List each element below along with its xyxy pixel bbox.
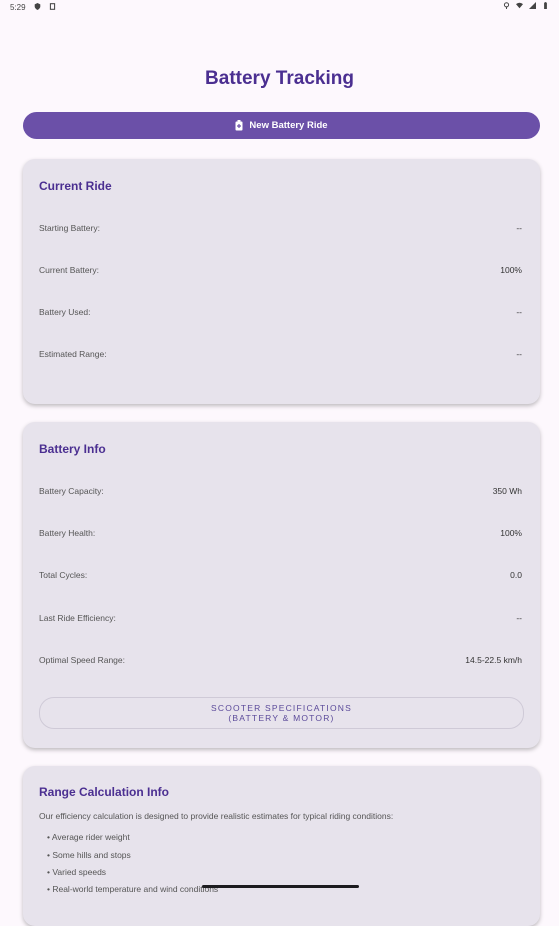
estimated-range-value: --	[516, 349, 522, 359]
battery-used-label: Battery Used:	[39, 307, 91, 317]
last-ride-efficiency-label: Last Ride Efficiency:	[39, 613, 116, 623]
current-battery-value: 100%	[500, 265, 522, 275]
range-calculation-card: Range Calculation Info Our efficiency ca…	[23, 766, 540, 926]
wifi-icon	[516, 2, 523, 9]
battery-used-value: --	[516, 307, 522, 317]
total-cycles-value: 0.0	[510, 570, 522, 580]
bullet-item: • Some hills and stops	[47, 850, 131, 860]
battery-icon	[544, 2, 547, 9]
battery-health-label: Battery Health:	[39, 528, 96, 538]
signal-icon	[529, 2, 536, 9]
location-icon	[503, 2, 510, 9]
current-ride-title: Current Ride	[39, 179, 112, 193]
battery-capacity-value: 350 Wh	[492, 486, 522, 496]
bullet-item: • Real-world temperature and wind condit…	[47, 884, 219, 894]
range-calculation-title: Range Calculation Info	[39, 785, 170, 799]
new-battery-ride-button[interactable]: New Battery Ride	[23, 112, 540, 139]
battery-capacity-label: Battery Capacity:	[39, 486, 104, 496]
optimal-speed-range-value: 14.5-22.5 km/h	[465, 655, 522, 665]
starting-battery-value: --	[516, 223, 522, 233]
status-time: 5:29	[10, 3, 26, 12]
battery-info-title: Battery Info	[39, 442, 106, 456]
bullet-item: • Average rider weight	[47, 832, 130, 842]
navigation-handle[interactable]	[202, 885, 359, 888]
range-calculation-intro: Our efficiency calculation is designed t…	[39, 811, 394, 821]
specs-button-line1: SCOOTER SPECIFICATIONS	[210, 703, 352, 713]
battery-health-value: 100%	[500, 528, 522, 538]
battery-info-card: Battery Info Battery Capacity: 350 Wh Ba…	[23, 422, 540, 748]
last-ride-efficiency-value: --	[516, 613, 522, 623]
sim-card-icon	[49, 3, 56, 10]
specs-button-line2: (BATTERY & MOTOR)	[228, 713, 335, 723]
starting-battery-label: Starting Battery:	[39, 223, 100, 233]
status-bar: 5:29	[0, 0, 559, 14]
shield-icon	[34, 3, 41, 10]
bullet-item: • Varied speeds	[47, 867, 107, 877]
battery-add-icon	[235, 120, 243, 131]
estimated-range-label: Estimated Range:	[39, 349, 107, 359]
current-battery-label: Current Battery:	[39, 265, 99, 275]
optimal-speed-range-label: Optimal Speed Range:	[39, 655, 125, 665]
current-ride-card: Current Ride Starting Battery: -- Curren…	[23, 159, 540, 404]
scooter-specifications-button[interactable]: SCOOTER SPECIFICATIONS (BATTERY & MOTOR)	[39, 697, 524, 729]
page-title: Battery Tracking	[205, 68, 354, 89]
total-cycles-label: Total Cycles:	[39, 570, 88, 580]
new-battery-ride-label: New Battery Ride	[249, 120, 328, 131]
